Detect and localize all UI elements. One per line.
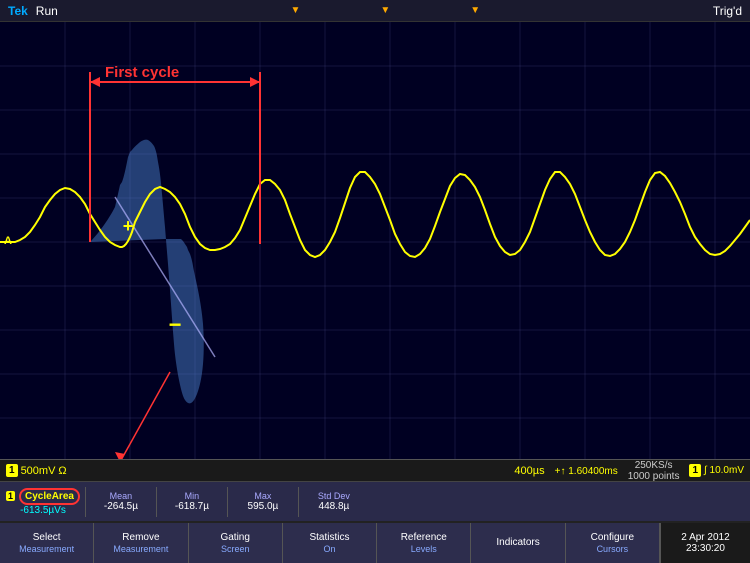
statistics-on-button[interactable]: Statistics On <box>283 523 377 563</box>
mean-col: Mean -264.5µ <box>91 491 151 512</box>
omega-symbol: Ω <box>58 465 66 477</box>
ch1-box2: 1 <box>689 464 701 477</box>
indicators-label: Indicators <box>496 537 539 549</box>
mean-label: Mean <box>110 491 133 501</box>
configure-cursors-label1: Configure <box>591 532 634 544</box>
reference-levels-button[interactable]: Reference Levels <box>377 523 471 563</box>
stddev-label: Std Dev <box>318 491 350 501</box>
grid: + − <box>0 22 750 459</box>
remove-measurement-button[interactable]: Remove Measurement <box>94 523 188 563</box>
indicators-button[interactable]: Indicators <box>471 523 565 563</box>
reference-levels-label1: Reference <box>401 532 447 544</box>
min-value: -618.7µ <box>175 501 209 512</box>
time-display: 23:30:20 <box>686 543 725 554</box>
min-col: Min -618.7µ <box>162 491 222 512</box>
configure-cursors-button[interactable]: Configure Cursors <box>566 523 660 563</box>
meas-sep-4 <box>298 487 299 517</box>
cycle-area-measurement: 1 CycleArea -613.5µVs <box>6 488 80 516</box>
first-cycle-text: First cycle <box>105 64 179 81</box>
points-count: 1000 points <box>628 471 680 482</box>
mean-value: -264.5µ <box>104 501 138 512</box>
stddev-value: 448.8µ <box>319 501 350 512</box>
gating-screen-button[interactable]: Gating Screen <box>189 523 283 563</box>
freq-label: ∫ 10.0mV <box>704 465 744 476</box>
svg-text:−: − <box>169 312 182 337</box>
select-measurement-label2: Measurement <box>19 544 74 554</box>
meas-ch-box: 1 <box>6 491 15 501</box>
statistics-on-label2: On <box>323 544 335 554</box>
cycle-area-value: -613.5µVs <box>20 505 66 516</box>
marker-2: ▼ <box>380 5 390 16</box>
statistics-on-label1: Statistics <box>309 532 349 544</box>
brand-label: Tek <box>8 4 28 18</box>
ch1-voltage-info: 1 500mV Ω <box>6 464 67 477</box>
date-display: 2 Apr 2012 <box>681 532 729 543</box>
cycle-area-label: CycleArea <box>19 488 80 505</box>
reference-levels-label2: Levels <box>411 544 437 554</box>
channel-a-marker: A <box>4 235 12 247</box>
channel-label: A <box>4 235 12 247</box>
bottom-info-bar: 1 500mV Ω 400µs +↑ 1.60400ms 250KS/s 100… <box>0 459 750 481</box>
button-bar: Select Measurement Remove Measurement Ga… <box>0 521 750 563</box>
voltage-label: 500mV <box>21 465 56 477</box>
max-col: Max 595.0µ <box>233 491 293 512</box>
select-measurement-label1: Select <box>33 532 61 544</box>
top-bar: Tek Run ▼ ▼ ▼ Trig'd <box>0 0 750 22</box>
max-value: 595.0µ <box>248 501 279 512</box>
marker-3: ▼ <box>470 5 480 16</box>
gating-screen-label1: Gating <box>220 532 249 544</box>
max-label: Max <box>254 491 271 501</box>
datetime-display: 2 Apr 2012 23:30:20 <box>660 523 750 563</box>
meas-sep-2 <box>156 487 157 517</box>
stddev-col: Std Dev 448.8µ <box>304 491 364 512</box>
ch1-box: 1 <box>6 464 18 477</box>
select-measurement-button[interactable]: Select Measurement <box>0 523 94 563</box>
sample-rate: 250KS/s <box>628 460 680 471</box>
remove-measurement-label1: Remove <box>122 532 159 544</box>
gating-screen-label2: Screen <box>221 544 250 554</box>
first-cycle-annotation: First cycle <box>105 64 179 81</box>
screen-area: + − A First cycle <box>0 22 750 459</box>
time-increment-value: +↑ 1.60400ms <box>555 466 618 477</box>
trigger-markers: ▼ ▼ ▼ <box>290 5 480 16</box>
measurement-bar: 1 CycleArea -613.5µVs Mean -264.5µ Min -… <box>0 481 750 521</box>
remove-measurement-label2: Measurement <box>113 544 168 554</box>
trig-status: Trig'd <box>713 4 742 18</box>
ch1-freq-info: 1 ∫ 10.0mV <box>689 464 744 477</box>
min-label: Min <box>185 491 200 501</box>
marker-1: ▼ <box>290 5 300 16</box>
run-status: Run <box>36 4 58 18</box>
configure-cursors-label2: Cursors <box>597 544 629 554</box>
meas-sep-1 <box>85 487 86 517</box>
meas-sep-3 <box>227 487 228 517</box>
timescale-info: 400µs <box>514 465 544 477</box>
time-increment: +↑ 1.60400ms <box>555 465 618 477</box>
svg-text:+: + <box>123 216 134 236</box>
timescale-value: 400µs <box>514 465 544 477</box>
sample-rate-info: 250KS/s 1000 points <box>628 460 680 482</box>
